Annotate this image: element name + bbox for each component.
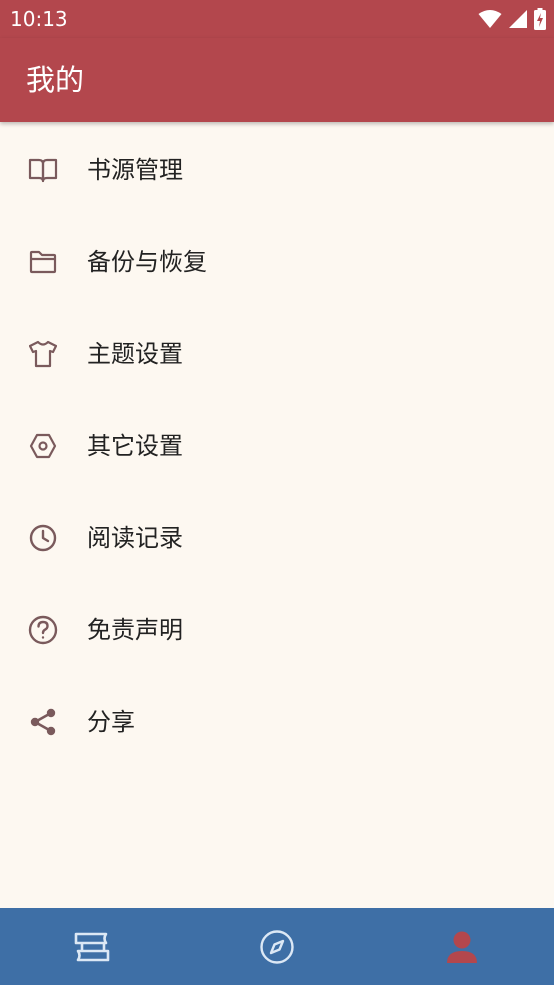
menu-item-share[interactable]: 分享 bbox=[0, 676, 554, 768]
status-icons bbox=[478, 8, 546, 30]
status-time: 10:13 bbox=[10, 7, 68, 31]
menu-list: 书源管理 备份与恢复 主题设置 其它设置 阅读记录 免责声明 分享 bbox=[0, 124, 554, 768]
menu-item-reading-history[interactable]: 阅读记录 bbox=[0, 492, 554, 584]
shirt-icon bbox=[26, 337, 60, 371]
page-title: 我的 bbox=[26, 63, 85, 97]
signal-icon bbox=[509, 10, 527, 28]
tab-discover[interactable] bbox=[185, 908, 370, 985]
menu-item-label: 其它设置 bbox=[87, 432, 183, 460]
menu-item-other-settings[interactable]: 其它设置 bbox=[0, 400, 554, 492]
menu-item-backup-restore[interactable]: 备份与恢复 bbox=[0, 216, 554, 308]
question-circle-icon bbox=[26, 613, 60, 647]
screen: 10:13 我的 书源管理 备份与恢复 主题设置 其它设置 阅读记录 免责声明 … bbox=[0, 0, 554, 985]
battery-icon bbox=[534, 8, 546, 30]
tab-bookshelf[interactable] bbox=[0, 908, 185, 985]
menu-item-label: 主题设置 bbox=[87, 340, 183, 368]
person-icon bbox=[446, 931, 477, 963]
share-icon bbox=[26, 705, 60, 739]
folder-icon bbox=[26, 245, 60, 279]
menu-item-label: 阅读记录 bbox=[87, 524, 183, 552]
book-open-icon bbox=[26, 153, 60, 187]
compass-icon bbox=[260, 929, 294, 964]
hexagon-icon bbox=[26, 429, 60, 463]
status-bar: 10:13 bbox=[0, 0, 554, 38]
menu-item-label: 备份与恢复 bbox=[87, 248, 207, 276]
menu-item-theme-settings[interactable]: 主题设置 bbox=[0, 308, 554, 400]
tab-mine[interactable] bbox=[369, 908, 554, 985]
clock-icon bbox=[26, 521, 60, 555]
menu-item-label: 分享 bbox=[87, 708, 135, 736]
bookshelf-icon bbox=[75, 932, 110, 961]
wifi-icon bbox=[478, 10, 502, 28]
app-bar: 我的 bbox=[0, 38, 554, 122]
menu-item-disclaimer[interactable]: 免责声明 bbox=[0, 584, 554, 676]
menu-item-book-source[interactable]: 书源管理 bbox=[0, 124, 554, 216]
bottom-nav bbox=[0, 908, 554, 985]
menu-item-label: 书源管理 bbox=[87, 156, 183, 184]
menu-item-label: 免责声明 bbox=[87, 616, 183, 644]
